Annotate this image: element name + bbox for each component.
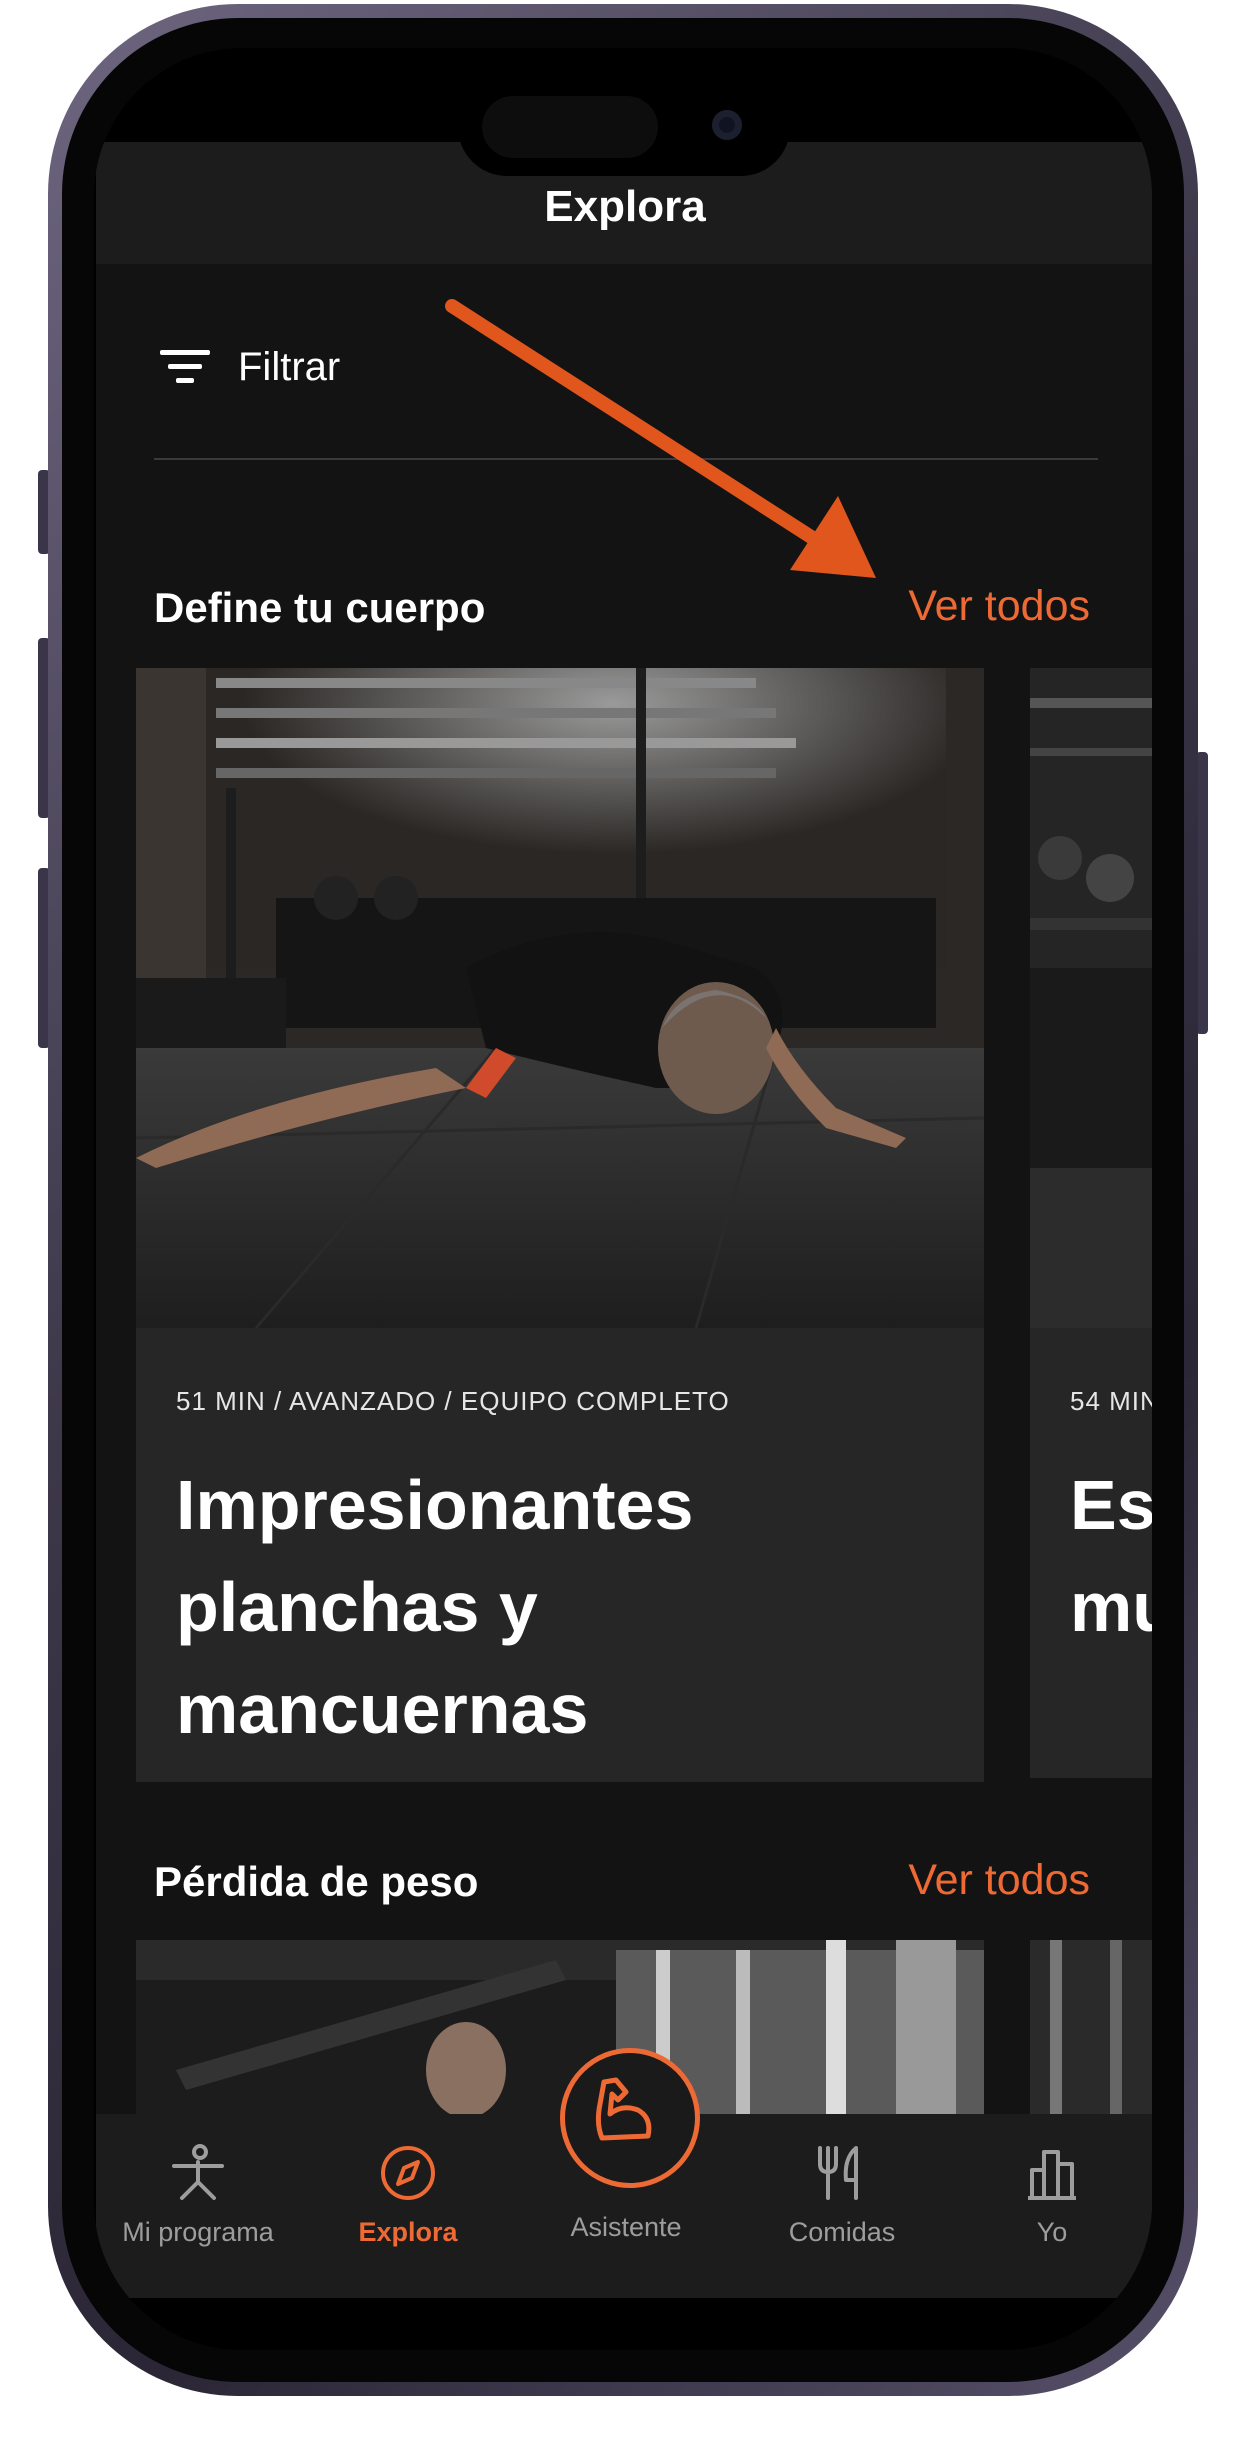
app-view: Explora Filtrar Define tu cuerpo Ver tod… xyxy=(96,142,1152,2298)
stretch-person-icon xyxy=(172,2144,224,2200)
filter-button[interactable]: Filtrar xyxy=(158,332,340,402)
tab-asistente[interactable]: Asistente xyxy=(526,2144,726,2243)
workout-title: Esp mu xyxy=(1070,1466,1152,1646)
tab-label: Comidas xyxy=(788,2217,896,2247)
front-camera-icon xyxy=(712,110,742,140)
workout-photo xyxy=(136,668,984,1328)
workout-card[interactable]: 51 MIN / AVANZADO / EQUIPO COMPLETO Impr… xyxy=(136,668,984,1782)
tab-mi-programa[interactable]: Mi programa xyxy=(98,2144,298,2248)
tab-label: Asistente xyxy=(570,2212,682,2242)
home-indicator-area xyxy=(94,2298,1152,2350)
filter-icon xyxy=(160,350,210,383)
tab-label: Yo xyxy=(1036,2217,1068,2247)
bar-chart-icon xyxy=(1028,2150,1076,2200)
compass-icon xyxy=(381,2146,435,2200)
divider xyxy=(154,458,1098,460)
section-title-define: Define tu cuerpo xyxy=(154,584,486,631)
workout-photo xyxy=(1030,668,1152,1328)
dynamic-island xyxy=(458,78,790,176)
phone-screen: Explora Filtrar Define tu cuerpo Ver tod… xyxy=(94,48,1152,2350)
workout-title: Impresionantes planchas y mancuernas xyxy=(176,1466,694,1748)
tab-label: Mi programa xyxy=(122,2217,274,2247)
bottom-tab-bar: Mi programa Explora Asistente Comidas Yo xyxy=(96,2048,1152,2298)
tab-label: Explora xyxy=(358,2217,458,2247)
fork-knife-icon xyxy=(818,2146,858,2200)
tab-yo[interactable]: Yo xyxy=(952,2144,1152,2248)
workout-meta: 54 MIN xyxy=(1070,1386,1152,1416)
island-sensor xyxy=(482,96,658,158)
see-all-link-define[interactable]: Ver todos xyxy=(908,582,1090,631)
tab-explora[interactable]: Explora xyxy=(308,2144,508,2248)
filter-label: Filtrar xyxy=(238,344,341,389)
see-all-link-weight-loss[interactable]: Ver todos xyxy=(908,1856,1090,1905)
workout-card[interactable]: 54 MIN Esp mu xyxy=(1030,668,1152,1778)
section-title-weight-loss: Pérdida de peso xyxy=(154,1858,479,1905)
page-title: Explora xyxy=(544,182,706,231)
workout-meta: 51 MIN / AVANZADO / EQUIPO COMPLETO xyxy=(176,1386,730,1416)
tab-comidas[interactable]: Comidas xyxy=(742,2144,942,2248)
